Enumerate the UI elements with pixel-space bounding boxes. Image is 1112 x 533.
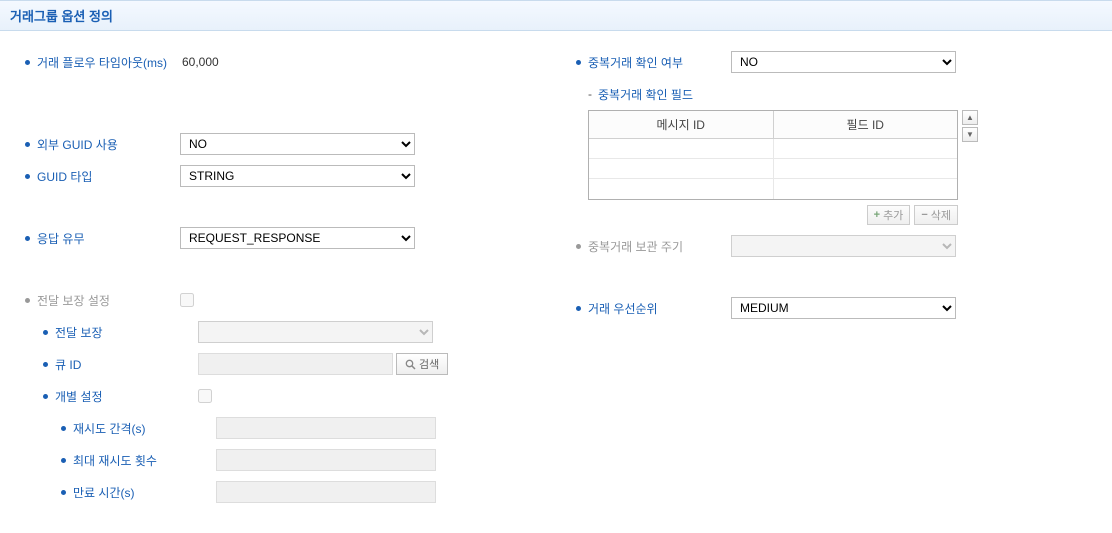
panel-title: 거래그룹 옵션 정의 [10,9,113,24]
row-ext-guid: 외부 GUID 사용 NO [25,133,536,155]
dup-field-table: 메시지 ID 필드 ID [588,110,958,200]
delivery-label: 전달 보장 [55,324,103,341]
delivery-setting-label: 전달 보장 설정 [37,292,110,309]
panel-header: 거래그룹 옵션 정의 [0,0,1112,31]
table-row[interactable] [589,139,957,159]
row-expire: 만료 시간(s) [25,481,536,503]
bullet-icon [576,244,581,249]
delete-button-label: 삭제 [931,207,951,223]
bullet-icon [61,490,66,495]
bullet-icon [61,458,66,463]
priority-label: 거래 우선순위 [588,300,658,317]
row-dup-period: 중복거래 보관 주기 [576,235,1087,257]
move-up-button[interactable]: ▲ [962,110,978,125]
search-button[interactable]: 검색 [396,353,448,375]
search-button-label: 검색 [419,356,439,372]
chevron-down-icon: ▼ [966,130,974,139]
bullet-icon [25,60,30,65]
dup-check-label: 중복거래 확인 여부 [588,54,683,71]
flow-timeout-label: 거래 플로우 타임아웃(ms) [37,54,167,71]
left-column: 거래 플로우 타임아웃(ms) 60,000 외부 GUID 사용 NO GUI… [25,51,556,513]
delete-button[interactable]: − 삭제 [914,205,958,225]
queue-id-label: 큐 ID [55,356,81,373]
retry-interval-label: 재시도 간격(s) [73,420,146,437]
row-response: 응답 유무 REQUEST_RESPONSE [25,227,536,249]
row-retry-interval: 재시도 간격(s) [25,417,536,439]
move-down-button[interactable]: ▼ [962,127,978,142]
dup-field-label: 중복거래 확인 필드 [598,86,693,103]
bullet-icon [576,60,581,65]
bullet-icon [25,174,30,179]
dup-check-select[interactable]: NO [731,51,956,73]
table-col-message-id: 메시지 ID [589,111,774,138]
row-priority: 거래 우선순위 MEDIUM [576,297,1087,319]
plus-icon: + [874,209,880,221]
bullet-icon [25,142,30,147]
sub-indicator: - [588,87,592,101]
queue-id-input[interactable] [198,353,393,375]
max-retry-label: 최대 재시도 횟수 [73,452,157,469]
bullet-icon [61,426,66,431]
delivery-select[interactable] [198,321,433,343]
indiv-setting-checkbox[interactable] [198,389,212,403]
add-button[interactable]: + 추가 [867,205,911,225]
dup-field-table-wrap: 메시지 ID 필드 ID ▲ [588,110,1087,200]
dup-period-select[interactable] [731,235,956,257]
flow-timeout-value: 60,000 [180,55,219,69]
bullet-icon [25,298,30,303]
response-label: 응답 유무 [37,230,85,247]
search-icon [405,359,416,370]
bullet-icon [43,330,48,335]
dup-period-label: 중복거래 보관 주기 [588,238,683,255]
bullet-icon [43,362,48,367]
bullet-icon [43,394,48,399]
ext-guid-select[interactable]: NO [180,133,415,155]
minus-icon: − [921,209,927,221]
priority-select[interactable]: MEDIUM [731,297,956,319]
delivery-setting-checkbox[interactable] [180,293,194,307]
table-row[interactable] [589,159,957,179]
row-delivery: 전달 보장 [25,321,536,343]
expire-label: 만료 시간(s) [73,484,135,501]
row-max-retry: 최대 재시도 횟수 [25,449,536,471]
guid-type-label: GUID 타입 [37,168,92,185]
ext-guid-label: 외부 GUID 사용 [37,136,118,153]
indiv-setting-label: 개별 설정 [55,388,103,405]
table-action-bar: + 추가 − 삭제 [588,205,958,225]
row-queue-id: 큐 ID 검색 [25,353,536,375]
response-select[interactable]: REQUEST_RESPONSE [180,227,415,249]
row-delivery-setting: 전달 보장 설정 [25,289,536,311]
bullet-icon [576,306,581,311]
row-guid-type: GUID 타입 STRING [25,165,536,187]
chevron-up-icon: ▲ [966,113,974,122]
expire-input[interactable] [216,481,436,503]
table-row[interactable] [589,179,957,199]
row-indiv-setting: 개별 설정 [25,385,536,407]
add-button-label: 추가 [883,207,903,223]
retry-interval-input[interactable] [216,417,436,439]
guid-type-select[interactable]: STRING [180,165,415,187]
max-retry-input[interactable] [216,449,436,471]
row-dup-check: 중복거래 확인 여부 NO [576,51,1087,73]
bullet-icon [25,236,30,241]
table-col-field-id: 필드 ID [774,111,958,138]
right-column: 중복거래 확인 여부 NO - 중복거래 확인 필드 메시지 ID 필드 ID [556,51,1087,513]
form-body: 거래 플로우 타임아웃(ms) 60,000 외부 GUID 사용 NO GUI… [0,31,1112,533]
row-flow-timeout: 거래 플로우 타임아웃(ms) 60,000 [25,51,536,73]
row-dup-field: - 중복거래 확인 필드 [576,83,1087,105]
